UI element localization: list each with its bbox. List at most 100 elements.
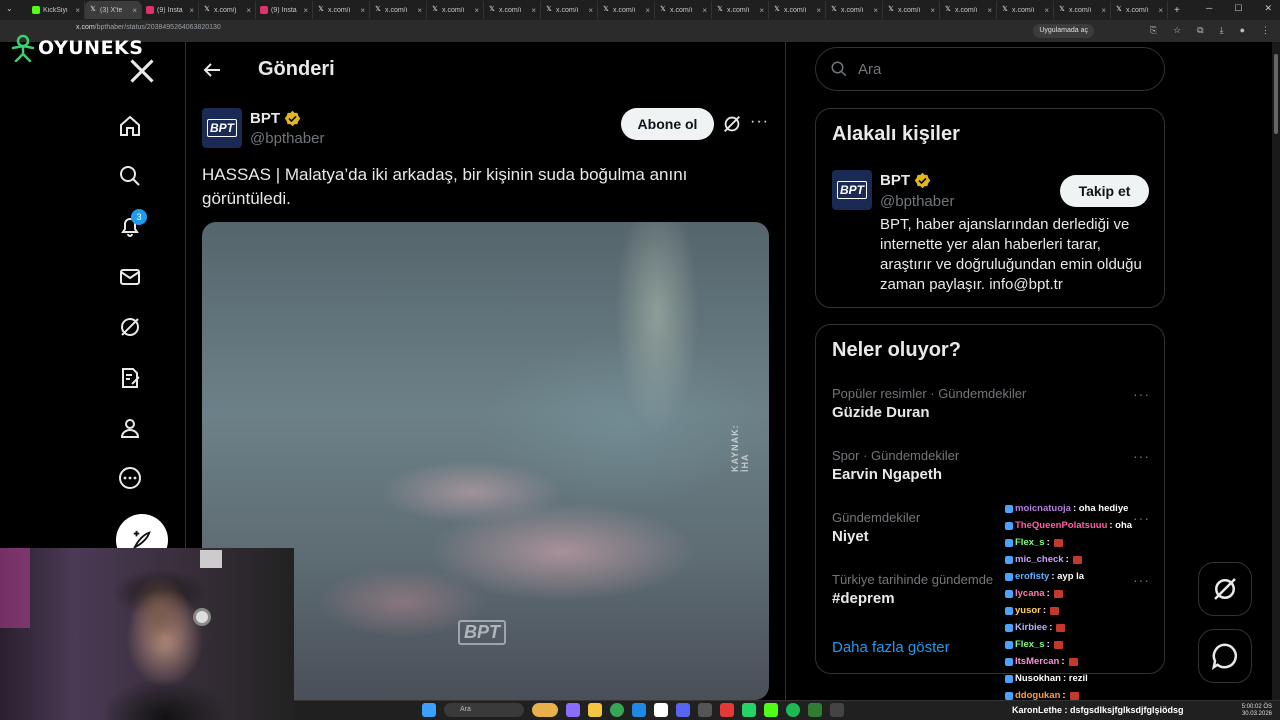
tab-close-icon[interactable]: × — [417, 6, 422, 15]
trend-item[interactable]: Spor · Gündemdekiler Earvin Ngapeth ··· — [832, 448, 1150, 483]
browser-tab[interactable]: 𝕏x.com/i × — [655, 1, 712, 19]
browser-tab[interactable]: (9) Insta × — [256, 1, 313, 19]
tab-close-icon[interactable]: × — [759, 6, 764, 15]
translate-icon[interactable]: ⎘ — [1150, 25, 1157, 36]
tab-close-icon[interactable]: × — [474, 6, 479, 15]
close-window-button[interactable]: ✕ — [1264, 3, 1272, 14]
tab-close-icon[interactable]: × — [531, 6, 536, 15]
download-icon[interactable]: ⤓ — [1220, 25, 1224, 36]
show-more-link[interactable]: Daha fazla göster — [832, 639, 950, 656]
search-input[interactable]: Ara — [815, 47, 1165, 91]
browser-tab[interactable]: KickSiyi × — [28, 1, 85, 19]
trend-more-icon[interactable]: ··· — [1133, 386, 1150, 402]
author-avatar[interactable]: BPT — [202, 108, 242, 148]
browser-tab[interactable]: 𝕏x.com/i × — [427, 1, 484, 19]
browser-tab[interactable]: 𝕏x.com/i × — [484, 1, 541, 19]
tab-close-icon[interactable]: × — [873, 6, 878, 15]
trend-more-icon[interactable]: ··· — [1133, 448, 1150, 464]
browser-tab[interactable]: (9) Insta × — [142, 1, 199, 19]
tab-close-icon[interactable]: × — [189, 6, 194, 15]
maximize-button[interactable]: ☐ — [1234, 3, 1242, 14]
x-logo-icon[interactable] — [127, 56, 157, 86]
profile-icon[interactable]: ● — [1240, 25, 1245, 36]
x-app-icon[interactable] — [654, 703, 668, 717]
taskbar-search[interactable]: Ara — [444, 703, 524, 717]
tab-close-icon[interactable]: × — [1101, 6, 1106, 15]
articles-icon[interactable] — [116, 364, 144, 392]
messages-floating-button[interactable] — [1198, 629, 1252, 683]
widgets-icon[interactable] — [532, 703, 558, 717]
taskbar-clock[interactable]: 5:00:02 ÖS 30.03.2026 — [1242, 704, 1272, 718]
tab-close-icon[interactable]: × — [588, 6, 593, 15]
browser-tab[interactable]: 𝕏x.com/i × — [826, 1, 883, 19]
tweet-more-icon[interactable]: ··· — [750, 113, 769, 131]
home-icon[interactable] — [116, 112, 144, 140]
tab-close-icon[interactable]: × — [132, 6, 137, 15]
tab-close-icon[interactable]: × — [702, 6, 707, 15]
related-handle[interactable]: @bpthaber — [880, 193, 954, 210]
explore-search-icon[interactable] — [116, 162, 144, 190]
grok-icon[interactable] — [116, 313, 144, 341]
minimize-button[interactable]: ─ — [1206, 3, 1212, 14]
copilot-icon[interactable] — [566, 703, 580, 717]
browser-tab[interactable]: 𝕏x.com/i × — [883, 1, 940, 19]
browser-tab[interactable]: 𝕏x.com/i × — [769, 1, 826, 19]
author-name[interactable]: BPT — [250, 110, 301, 127]
tab-close-icon[interactable]: × — [246, 6, 251, 15]
tab-close-icon[interactable]: × — [987, 6, 992, 15]
bookmark-star-icon[interactable]: ☆ — [1173, 25, 1181, 36]
whatsapp-icon[interactable] — [742, 703, 756, 717]
spotify-icon[interactable] — [786, 703, 800, 717]
discord-icon[interactable] — [676, 703, 690, 717]
browser-menu-icon[interactable]: ⋮ — [1261, 25, 1270, 36]
tab-close-icon[interactable]: × — [930, 6, 935, 15]
browser-tab[interactable]: 𝕏 (3) X'te × — [85, 1, 142, 19]
follow-button[interactable]: Takip et — [1060, 175, 1149, 207]
browser-tab[interactable]: 𝕏x.com/j × — [199, 1, 256, 19]
browser-tab[interactable]: 𝕏x.com/i × — [712, 1, 769, 19]
messages-mail-icon[interactable] — [116, 263, 144, 291]
related-avatar[interactable]: BPT — [832, 170, 872, 210]
profile-person-icon[interactable] — [116, 414, 144, 442]
url-field[interactable]: x.com/bpthaber/status/203849526406382013… — [76, 24, 221, 31]
browser-tab[interactable]: 𝕏x.com/i × — [1054, 1, 1111, 19]
browser-tab[interactable]: 𝕏x.com/i × — [598, 1, 655, 19]
tab-close-icon[interactable]: × — [1044, 6, 1049, 15]
browser-tab[interactable]: 𝕏x.com/i × — [541, 1, 598, 19]
trend-item[interactable]: Popüler resimler · Gündemdekiler Güzide … — [832, 386, 1150, 421]
tab-close-icon[interactable]: × — [360, 6, 365, 15]
media-app-icon[interactable] — [720, 703, 734, 717]
grok-floating-button[interactable] — [1198, 562, 1252, 616]
app-icon[interactable] — [698, 703, 712, 717]
extensions-icon[interactable]: ⧉ — [1197, 25, 1203, 36]
start-windows-icon[interactable] — [422, 703, 436, 717]
page-scrollbar[interactable] — [1272, 42, 1280, 700]
grok-explain-icon[interactable] — [721, 113, 743, 135]
chrome-icon[interactable] — [610, 703, 624, 717]
file-explorer-icon[interactable] — [588, 703, 602, 717]
more-options-circle-icon[interactable] — [116, 464, 144, 492]
subscribe-button[interactable]: Abone ol — [621, 108, 714, 140]
steam-icon[interactable] — [808, 703, 822, 717]
kick-icon[interactable] — [764, 703, 778, 717]
tab-close-icon[interactable]: × — [645, 6, 650, 15]
browser-tab[interactable]: 𝕏x.com/i × — [370, 1, 427, 19]
browser-tab[interactable]: 𝕏x.com/i × — [940, 1, 997, 19]
verified-badge-icon — [914, 172, 931, 189]
edge-icon[interactable] — [632, 703, 646, 717]
author-handle[interactable]: @bpthaber — [250, 130, 324, 147]
tab-close-icon[interactable]: × — [75, 6, 80, 15]
new-tab-button[interactable]: + — [1174, 5, 1180, 16]
tab-close-icon[interactable]: × — [303, 6, 308, 15]
related-name[interactable]: BPT — [880, 172, 931, 189]
obs-icon[interactable] — [830, 703, 844, 717]
tab-search-icon[interactable]: ⌄ — [6, 4, 13, 13]
tab-close-icon[interactable]: × — [1158, 6, 1163, 15]
chat-message: moicnatuoja: oha hediye — [1005, 500, 1215, 517]
back-arrow-icon[interactable] — [200, 58, 224, 82]
browser-tab[interactable]: 𝕏x.com/i × — [313, 1, 370, 19]
open-in-app-button[interactable]: Uygulamada aç — [1033, 24, 1094, 38]
browser-tab[interactable]: 𝕏x.com/i × — [997, 1, 1054, 19]
browser-tab[interactable]: 𝕏x.com/i × — [1111, 1, 1168, 19]
tab-close-icon[interactable]: × — [816, 6, 821, 15]
